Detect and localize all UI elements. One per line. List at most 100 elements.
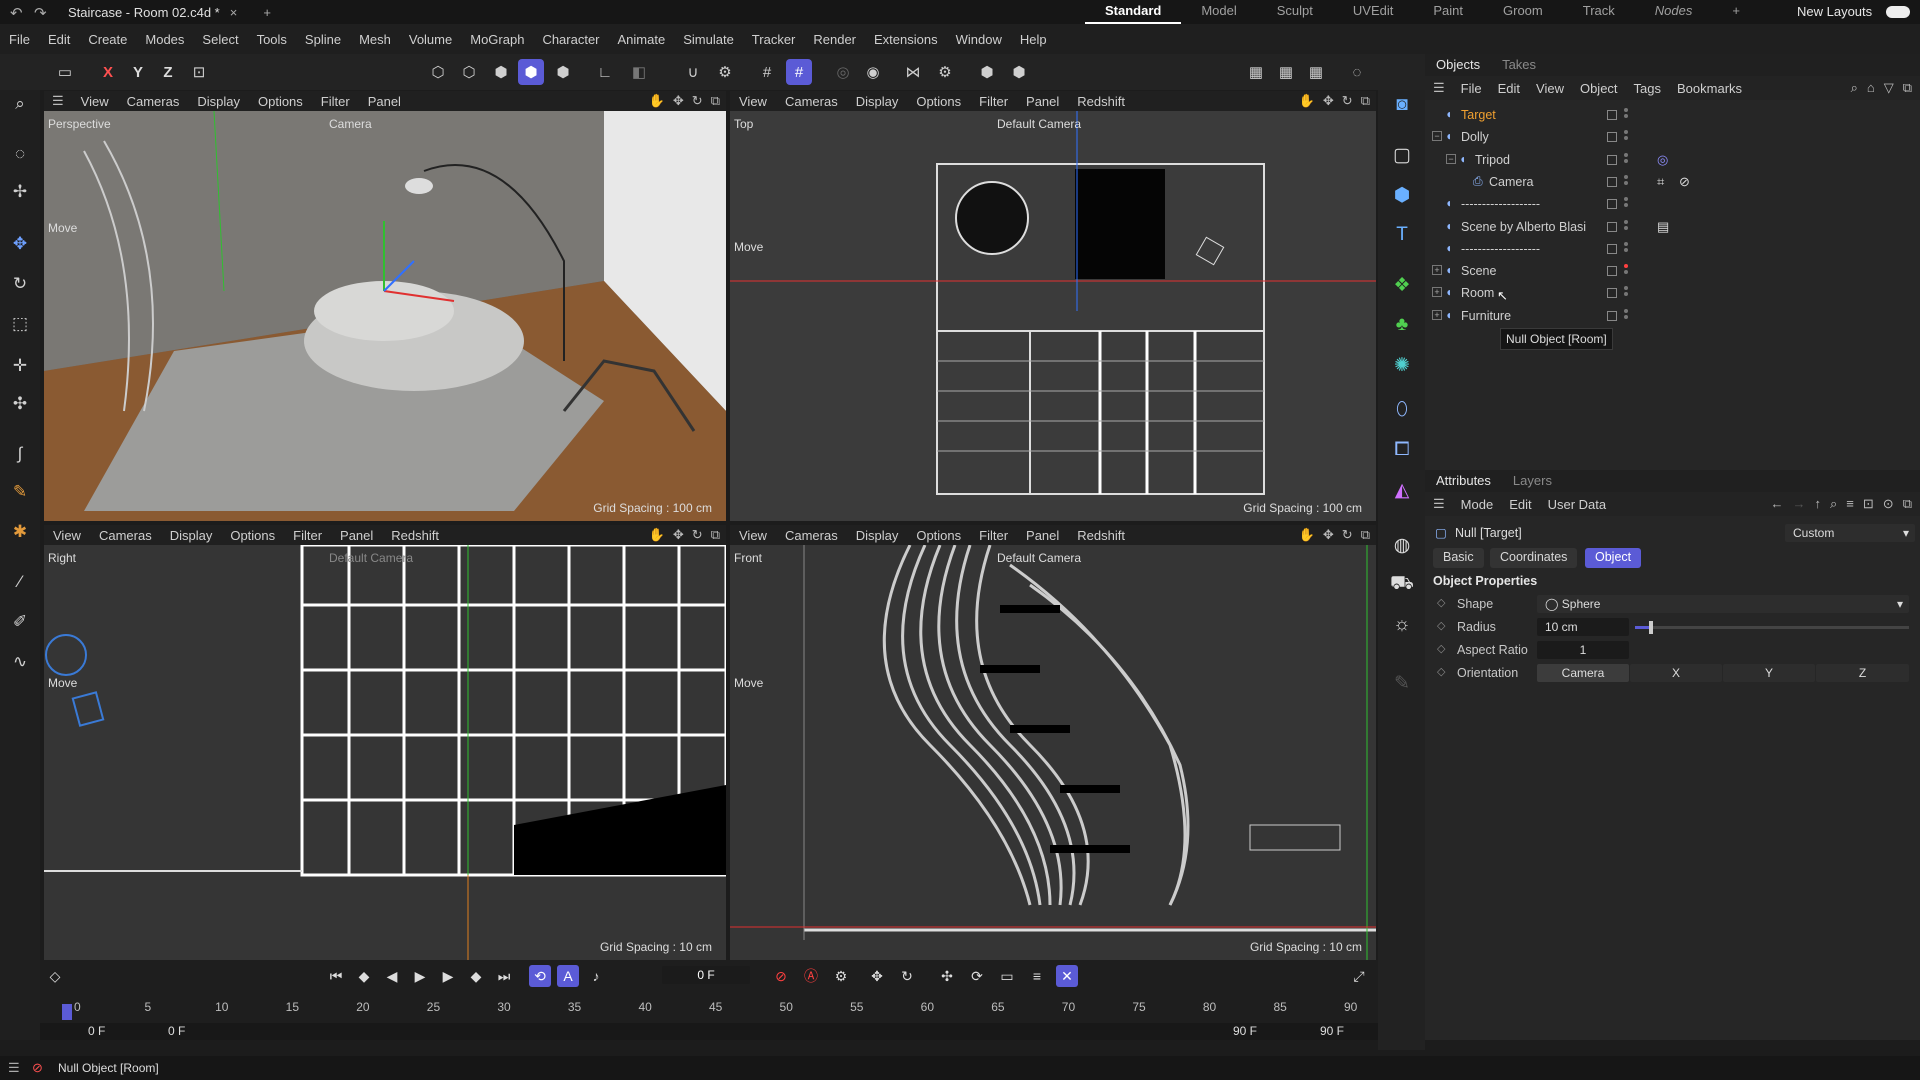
key-settings-icon[interactable]: ≡ — [1026, 965, 1048, 987]
visibility-dots-icon[interactable] — [1624, 152, 1629, 167]
menu-file[interactable]: File — [0, 32, 39, 47]
sweep-tool-icon[interactable]: ✣ — [6, 390, 34, 418]
vp-menu-filter[interactable]: Filter — [970, 528, 1017, 543]
selection-options-icon[interactable]: ✢ — [6, 178, 34, 206]
aspect-ratio-field[interactable]: 1 — [1537, 641, 1629, 659]
maximize-viewport-icon[interactable]: ⧉ — [711, 93, 720, 109]
visibility-dots-icon[interactable] — [1624, 197, 1629, 211]
orbit-icon[interactable]: ↻ — [692, 93, 703, 109]
menu-tools[interactable]: Tools — [248, 32, 296, 47]
object-row[interactable]: ⎙ Camera — [1425, 171, 1920, 193]
search-icon[interactable]: ⌕ — [1851, 80, 1858, 96]
brush-icon[interactable]: ⁄ — [6, 568, 34, 596]
layout-tab-model[interactable]: Model — [1181, 0, 1256, 24]
layout-tab-standard[interactable]: Standard — [1085, 0, 1182, 24]
subtab-coordinates[interactable]: Coordinates — [1490, 548, 1578, 568]
points-mode-icon[interactable]: ⬡ — [425, 59, 451, 85]
vp-menu-panel[interactable]: Panel — [1017, 94, 1068, 109]
settings-icon[interactable]: ⊙ — [1883, 496, 1894, 512]
expand-icon[interactable]: + — [1432, 265, 1442, 276]
deformer-icon[interactable]: ✺ — [1387, 350, 1417, 380]
add-layout-button[interactable]: + — [1712, 0, 1760, 24]
pan-icon[interactable]: ✋ — [1299, 93, 1315, 109]
object-row[interactable]: + ◖ Furniture — [1425, 305, 1920, 327]
menu-animate[interactable]: Animate — [609, 32, 675, 47]
polygons-mode-icon[interactable]: ⬢ — [488, 59, 514, 85]
subtab-basic[interactable]: Basic — [1433, 548, 1484, 568]
vp-menu-redshift[interactable]: Redshift — [1068, 94, 1134, 109]
previous-keyframe-icon[interactable]: ◆ — [353, 965, 375, 987]
null-object-icon[interactable]: ▢ — [1387, 140, 1417, 170]
visibility-dots-icon[interactable] — [1624, 308, 1629, 323]
menu-mesh[interactable]: Mesh — [350, 32, 400, 47]
object-row[interactable]: ◖ Target — [1425, 104, 1920, 126]
panel-menu-icon[interactable]: ☰ — [1425, 496, 1453, 512]
preset-dropdown[interactable]: Custom ▾ — [1785, 524, 1915, 542]
visibility-dots-icon[interactable] — [1624, 130, 1629, 144]
pla-key-icon[interactable]: ▭ — [996, 965, 1018, 987]
attr-menu-mode[interactable]: Mode — [1453, 497, 1502, 512]
radius-slider-track[interactable] — [1635, 621, 1909, 634]
search-icon[interactable]: ⌕ — [6, 90, 34, 118]
vp-menu-view[interactable]: View — [44, 528, 90, 543]
scale-key-icon[interactable]: ✣ — [936, 965, 958, 987]
pan-icon[interactable]: ✋ — [649, 527, 665, 543]
vp-menu-display[interactable]: Display — [847, 528, 908, 543]
tweak-mode-icon[interactable]: ◧ — [626, 59, 652, 85]
axis-mode-icon[interactable]: ∟ — [592, 59, 618, 85]
menu-modes[interactable]: Modes — [136, 32, 193, 47]
previous-frame-icon[interactable]: ◀ — [381, 965, 403, 987]
vp-menu-view[interactable]: View — [72, 94, 118, 109]
enable-checkbox[interactable] — [1607, 199, 1617, 210]
edges-mode-icon[interactable]: ⬡ — [456, 59, 482, 85]
uv-mode-icon[interactable]: ⬢ — [550, 59, 576, 85]
obj-menu-view[interactable]: View — [1528, 81, 1572, 96]
sound-icon[interactable]: ♪ — [585, 965, 607, 987]
subdivision-icon[interactable]: ❖ — [1387, 270, 1417, 300]
menu-extensions[interactable]: Extensions — [865, 32, 947, 47]
enable-checkbox[interactable] — [1607, 176, 1617, 187]
timeline-expand-icon[interactable]: ⤢ — [1348, 965, 1370, 987]
enable-checkbox[interactable] — [1607, 110, 1617, 120]
text-object-icon[interactable]: T — [1387, 220, 1417, 250]
enable-checkbox[interactable] — [1607, 288, 1617, 299]
enable-checkbox[interactable] — [1607, 243, 1617, 254]
record-keyframe-icon[interactable]: ⊘ — [770, 965, 792, 987]
layer-icon[interactable]: ⬢ — [1006, 59, 1032, 85]
tab-attributes[interactable]: Attributes — [1425, 470, 1502, 492]
perspective-viewport[interactable]: ☰ View Cameras Display Options Filter Pa… — [44, 91, 726, 521]
obj-menu-bookmarks[interactable]: Bookmarks — [1669, 81, 1750, 96]
spline-icon[interactable]: ⬯ — [1387, 395, 1417, 425]
soft-selection-icon[interactable]: ◎ — [830, 59, 856, 85]
object-row[interactable]: + ◖ Scene — [1425, 260, 1920, 282]
attr-menu-user-data[interactable]: User Data — [1540, 497, 1615, 512]
vp-menu-panel[interactable]: Panel — [331, 528, 382, 543]
scale-tool-icon[interactable]: ⬚ — [6, 310, 34, 338]
new-window-icon[interactable]: ⧉ — [1903, 80, 1912, 96]
menu-window[interactable]: Window — [947, 32, 1011, 47]
motion-system-icon[interactable]: ✕ — [1056, 965, 1078, 987]
dolly-icon[interactable]: ✥ — [673, 93, 684, 109]
home-icon[interactable]: ⌂ — [1867, 80, 1875, 96]
radius-slider-thumb[interactable] — [1648, 621, 1653, 634]
redshift-ipr-icon[interactable]: ◌ — [1344, 59, 1370, 85]
vp-menu-options[interactable]: Options — [249, 94, 312, 109]
knife-icon[interactable]: ✐ — [6, 608, 34, 636]
layout-toggle[interactable] — [1886, 6, 1910, 18]
enable-checkbox[interactable] — [1607, 132, 1617, 143]
snap-settings-icon[interactable]: ⚙ — [712, 59, 738, 85]
disabled-tool-icon[interactable]: ✎ — [1387, 668, 1417, 698]
enable-checkbox[interactable] — [1607, 266, 1617, 277]
vp-menu-filter[interactable]: Filter — [312, 94, 359, 109]
orientation-camera[interactable]: Camera — [1537, 664, 1629, 682]
viewport-camera-label[interactable]: Default Camera — [997, 551, 1081, 565]
keyframe-diamond-icon[interactable]: ◇ — [1437, 619, 1445, 632]
maximize-viewport-icon[interactable]: ⧉ — [1361, 527, 1370, 543]
visibility-dots-icon[interactable] — [1624, 241, 1629, 256]
object-row[interactable]: ◖ ------------------- — [1425, 238, 1920, 260]
vp-menu-options[interactable]: Options — [907, 528, 970, 543]
environment-icon[interactable]: ◍ — [1387, 530, 1417, 560]
paint-tool-icon[interactable]: ✱ — [6, 518, 34, 546]
render-settings-icon[interactable]: ▦ — [1303, 59, 1329, 85]
filter-icon[interactable]: ≡ — [1846, 496, 1854, 512]
